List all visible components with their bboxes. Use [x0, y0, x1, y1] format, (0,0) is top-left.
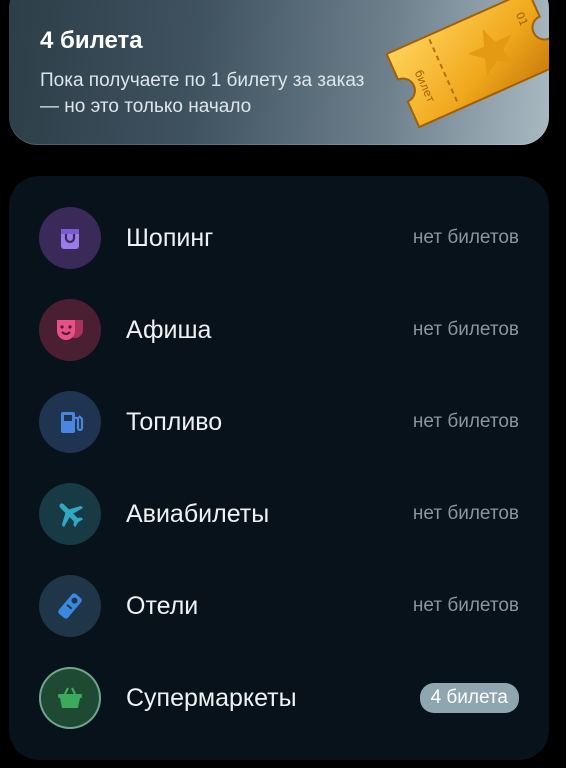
- category-row-hotels[interactable]: Отели нет билетов: [9, 571, 549, 641]
- category-label: Авиабилеты: [126, 499, 270, 528]
- golden-ticket-icon: билет 01: [385, 0, 549, 128]
- category-row-flights[interactable]: Авиабилеты нет билетов: [9, 479, 549, 549]
- category-label: Афиша: [126, 315, 212, 344]
- category-row-afisha[interactable]: Афиша нет билетов: [9, 295, 549, 365]
- category-row-supermarkets[interactable]: Супермаркеты 4 билета: [9, 663, 549, 733]
- category-status: нет билетов: [412, 319, 519, 340]
- category-label: Топливо: [126, 407, 223, 436]
- tickets-badge: 4 билета: [419, 683, 519, 713]
- category-label: Отели: [126, 591, 199, 620]
- shopping-basket-icon: [39, 667, 101, 729]
- category-label: Шопинг: [126, 223, 214, 252]
- airplane-icon: [39, 483, 101, 545]
- category-status: нет билетов: [412, 227, 519, 248]
- theater-masks-icon: [39, 299, 101, 361]
- fuel-pump-icon: [39, 391, 101, 453]
- category-status: нет билетов: [412, 595, 519, 616]
- tickets-count-title: 4 билета: [40, 27, 143, 54]
- category-row-shopping[interactable]: Шопинг нет билетов: [9, 203, 549, 273]
- category-status: нет билетов: [412, 503, 519, 524]
- tickets-banner[interactable]: 4 билета Пока получаете по 1 билету за з…: [9, 0, 549, 145]
- door-hanger-icon: [39, 575, 101, 637]
- category-status: нет билетов: [412, 411, 519, 432]
- category-row-fuel[interactable]: Топливо нет билетов: [9, 387, 549, 457]
- tickets-subtitle: Пока получаете по 1 билету за заказ — но…: [40, 70, 365, 117]
- shopping-bag-icon: [39, 207, 101, 269]
- categories-card: Шопинг нет билетов Афиша нет билетов Топ…: [9, 176, 549, 760]
- category-label: Супермаркеты: [126, 683, 297, 712]
